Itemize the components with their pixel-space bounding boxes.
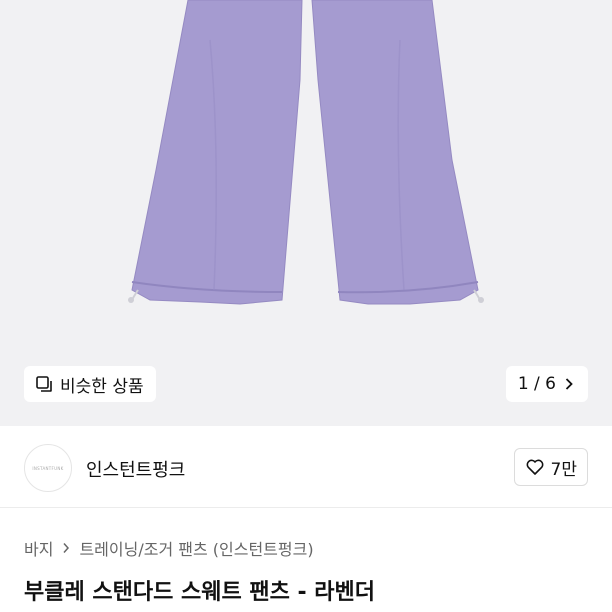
- seller-avatar[interactable]: INSTANTFUNK: [24, 444, 72, 492]
- breadcrumb-item-subcategory[interactable]: 트레이닝/조거 팬츠 (인스턴트펑크): [79, 536, 313, 560]
- chevron-right-icon: [63, 543, 70, 553]
- similar-items-icon: [36, 376, 52, 392]
- product-image-pants: [128, 0, 484, 305]
- heart-icon: [526, 459, 543, 475]
- seller-avatar-logo-text: INSTANTFUNK: [32, 465, 64, 471]
- seller-name[interactable]: 인스턴트펑크: [86, 456, 185, 482]
- breadcrumb-item-category[interactable]: 바지: [24, 536, 53, 560]
- product-image-gallery[interactable]: 비슷한 상품 1 / 6: [0, 0, 612, 426]
- product-title: 부클레 스탠다드 스웨트 팬츠 - 라벤더: [24, 580, 376, 605]
- like-button[interactable]: 7만: [513, 448, 588, 486]
- breadcrumb: 바지 트레이닝/조거 팬츠 (인스턴트펑크): [24, 536, 314, 560]
- seller-info-row[interactable]: INSTANTFUNK 인스턴트펑크 7만: [0, 426, 612, 508]
- chevron-right-icon: [565, 378, 573, 390]
- image-pager-button[interactable]: 1 / 6: [505, 366, 588, 402]
- like-count: 7만: [550, 459, 577, 480]
- image-page-indicator: 1 / 6: [517, 374, 556, 394]
- similar-products-button[interactable]: 비슷한 상품: [24, 366, 156, 402]
- similar-products-label: 비슷한 상품: [60, 376, 144, 397]
